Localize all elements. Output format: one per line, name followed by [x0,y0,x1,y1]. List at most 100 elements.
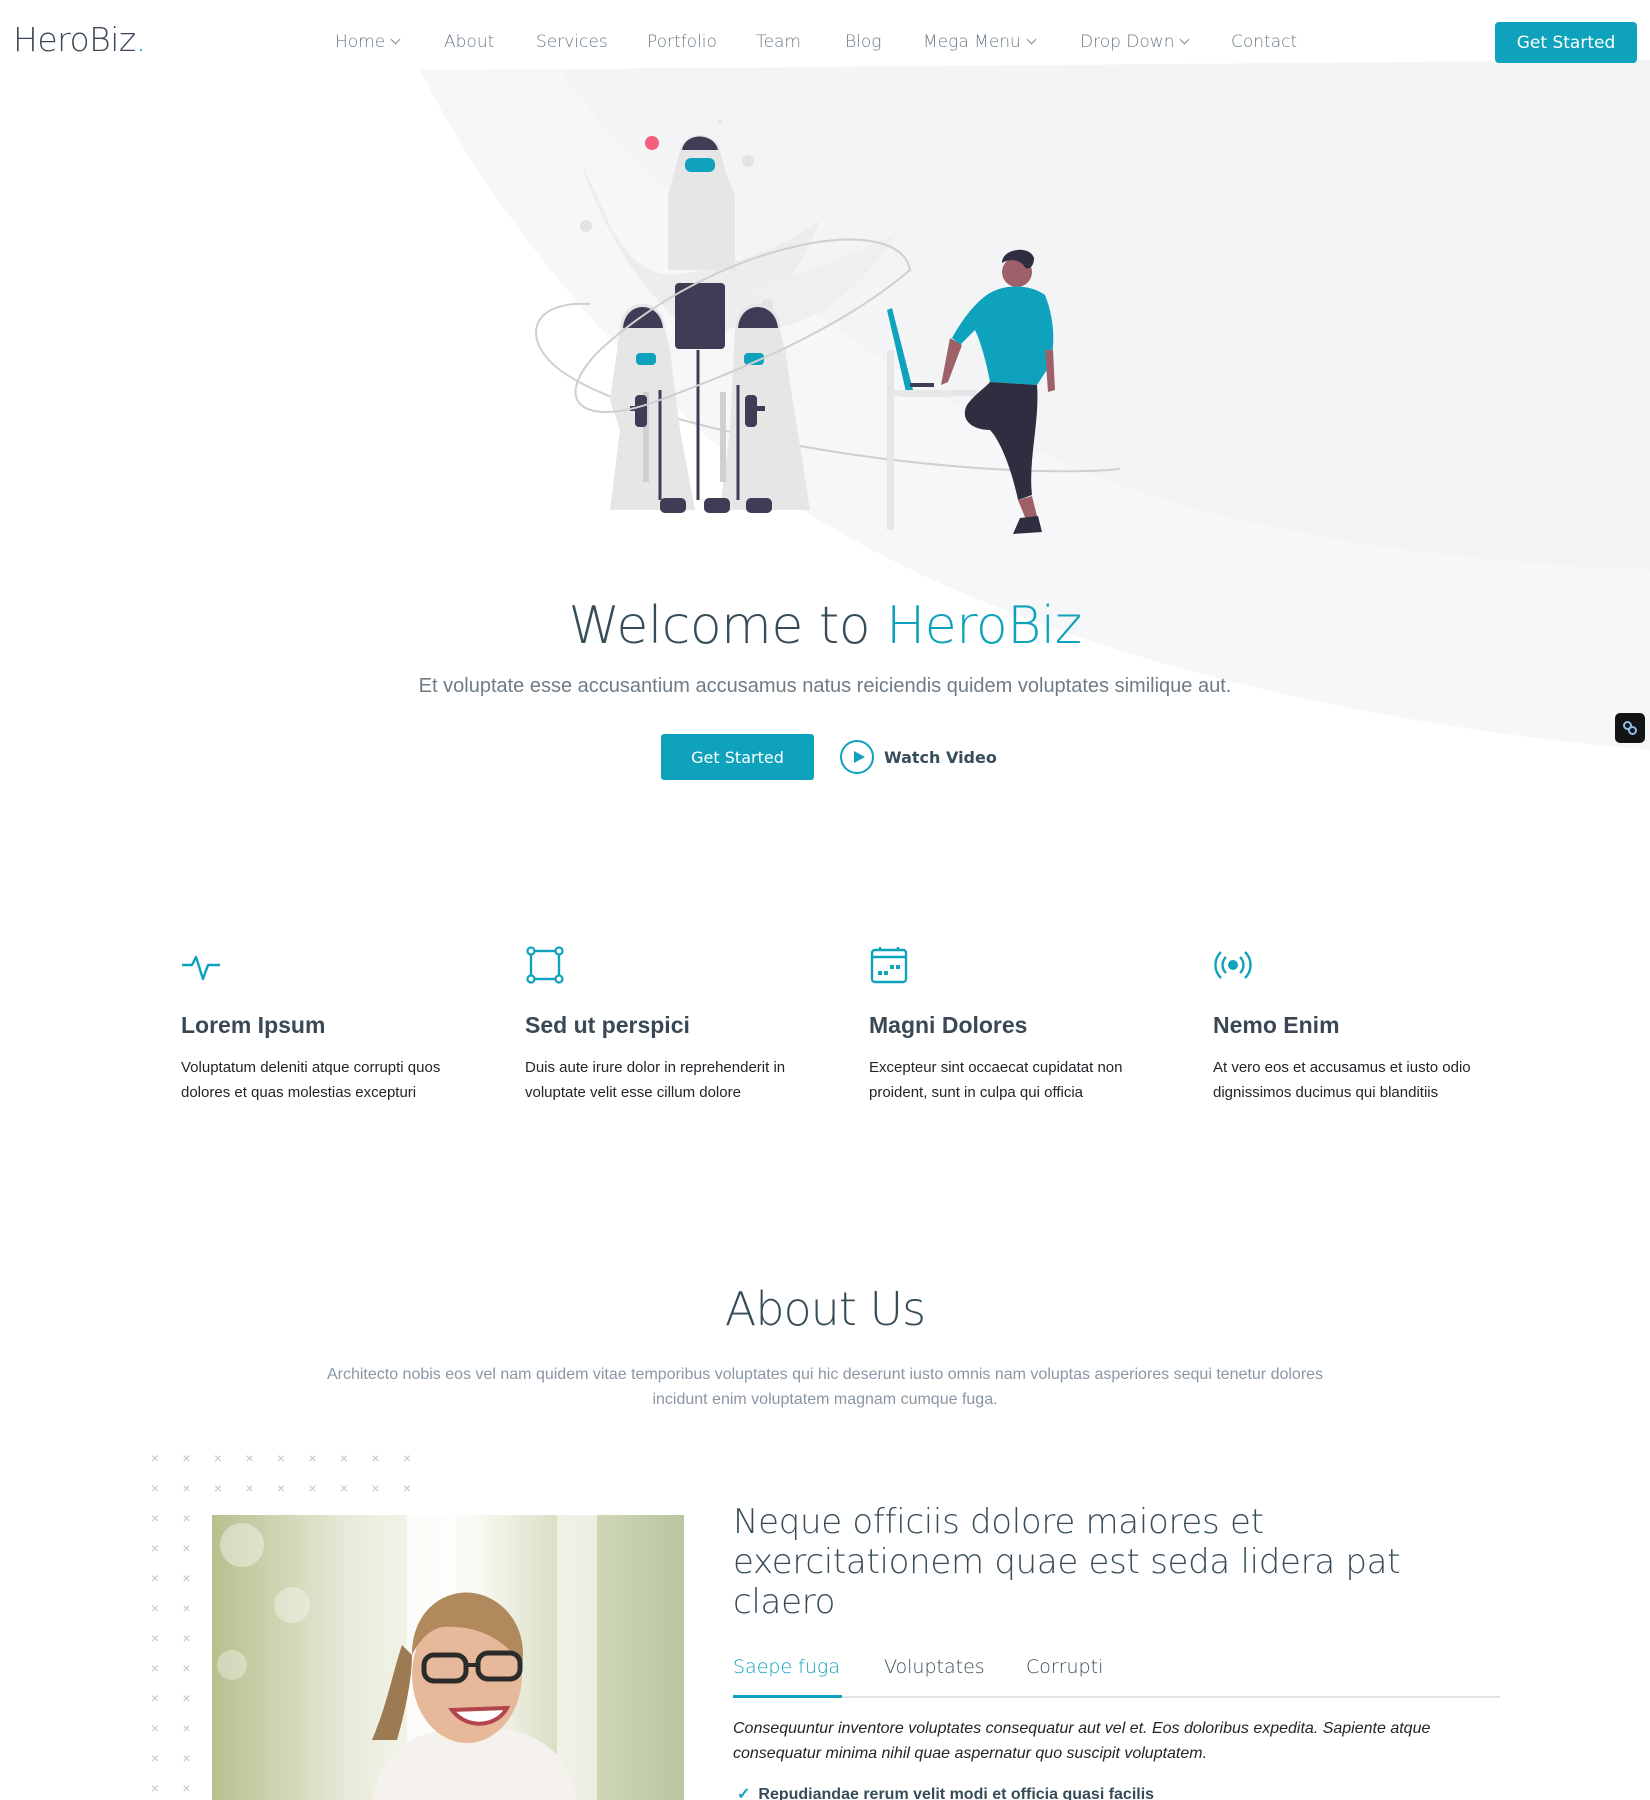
x-mark: × [150,1480,160,1496]
x-mark: × [339,1480,349,1496]
about-heading: Neque officiis dolore maiores et exercit… [733,1502,1401,1622]
x-mark: × [150,1510,160,1526]
x-mark: × [150,1660,160,1676]
feature-title: Magni Dolores [869,1012,1028,1038]
feature-description: At vero eos et accusamus et iusto odio d… [1213,1059,1471,1101]
nav-label: Team [756,32,801,52]
nav-services[interactable]: Services [536,32,608,52]
x-mark: × [213,1480,223,1496]
header-get-started-button[interactable]: Get Started [1495,22,1637,63]
x-mark: × [308,1450,317,1466]
activity-icon [182,955,220,981]
nav-label: Drop Down [1080,32,1175,52]
nav-label: Services [536,32,608,52]
feature-description: Duis aute irure dolor in reprehenderit i… [525,1059,786,1101]
x-mark: × [339,1450,349,1466]
tab-corrupti[interactable]: Corrupti [1026,1656,1103,1678]
x-mark: × [182,1570,191,1586]
play-icon [840,740,874,774]
x-mark: × [182,1750,191,1766]
feature-description: Voluptatum deleniti atque corrupti quos … [181,1059,441,1101]
desk [887,350,894,530]
hero-get-started-button[interactable]: Get Started [661,734,814,780]
x-mark: × [276,1450,286,1466]
rocket-nose [682,136,718,150]
nav-label: Home [335,32,386,52]
watch-video-button[interactable]: Watch Video [840,740,997,774]
active-tab-indicator [733,1695,842,1698]
pink-dot [645,136,659,150]
nav-label: About [444,32,495,52]
nav-label: Portfolio [647,32,717,52]
rocket-window [685,158,715,172]
site-header: HeroBiz. Home About Services Portfolio T… [0,0,1650,86]
x-mark: × [308,1480,317,1496]
about-tabs: Saepe fuga Voluptates Corrupti [733,1656,1500,1698]
broadcast-icon [1214,951,1252,979]
nav-team[interactable]: Team [756,32,801,52]
x-mark: × [150,1450,160,1466]
grey-dot [580,220,592,232]
x-mark: × [150,1630,160,1646]
feature-card: Sed ut perspici Duis aute irure dolor in… [525,945,825,1105]
x-mark: × [182,1540,191,1556]
calendar-icon [870,947,908,984]
nav-drop-down[interactable]: Drop Down [1080,32,1190,52]
chevron-down-icon [1180,34,1190,45]
grey-dot [718,120,722,124]
person-legs [964,382,1038,500]
rocket-foot [746,498,772,513]
nav-about[interactable]: About [444,32,494,52]
x-mark: × [150,1570,160,1586]
x-mark: × [150,1780,160,1796]
feature-title: Lorem Ipsum [181,1012,326,1038]
x-mark: × [150,1600,160,1616]
logo-text: HeroBiz [13,20,136,59]
logo-dot: . [135,20,147,59]
rocket-foot [704,498,730,513]
x-mark: × [182,1480,191,1496]
x-mark: × [245,1480,254,1496]
grey-dot [742,155,754,167]
watch-video-label: Watch Video [884,747,997,767]
tab-saepe-fuga[interactable]: Saepe fuga [733,1656,840,1678]
feature-card: Magni Dolores Excepteur sint occaecat cu… [869,945,1169,1105]
x-mark: × [150,1750,160,1766]
hero-subtitle: Et voluptate esse accusantium accusamus … [418,675,1232,697]
x-mark: × [150,1540,160,1556]
feature-card: Lorem Ipsum Voluptatum deleniti atque co… [181,945,481,1105]
x-mark: × [371,1450,380,1466]
feature-card: Nemo Enim At vero eos et accusamus et iu… [1213,945,1513,1105]
x-mark: × [150,1690,160,1706]
link-icon [1623,721,1637,735]
rocket-body [668,135,735,270]
booster-window [636,353,656,365]
nav-contact[interactable]: Contact [1231,32,1297,52]
check-item-text: Repudiandae rerum velit modi et officia … [758,1786,1155,1800]
link-widget-button[interactable] [1615,713,1645,743]
nav-label: Mega Menu [923,32,1021,52]
x-mark: × [371,1480,380,1496]
rocket-foot [660,498,686,513]
about-subtitle: Architecto nobis eos vel nam quidem vita… [326,1366,1324,1408]
nav-portfolio[interactable]: Portfolio [647,32,717,52]
x-mark: × [182,1450,191,1466]
tab-voluptates[interactable]: Voluptates [884,1656,985,1678]
x-mark: × [276,1480,286,1496]
hero-title: Welcome to HeroBiz [0,596,1650,656]
x-mark: × [182,1510,191,1526]
nav-label: Blog [845,32,882,52]
chevron-down-icon [390,34,401,45]
x-mark: × [245,1450,254,1466]
hero-title-accent: HeroBiz [886,596,1082,656]
nav-home[interactable]: Home [335,32,401,52]
nav-mega-menu[interactable]: Mega Menu [923,32,1037,52]
x-mark: × [182,1630,191,1646]
about-image [212,1515,684,1800]
x-mark: × [402,1480,412,1496]
nav-label: Contact [1231,32,1298,52]
logo[interactable]: HeroBiz. [13,20,146,59]
feature-description: Excepteur sint occaecat cupidatat non pr… [869,1059,1123,1101]
nav-blog[interactable]: Blog [845,32,881,52]
tab-content-text: Consequuntur inventore voluptates conseq… [733,1720,1431,1762]
